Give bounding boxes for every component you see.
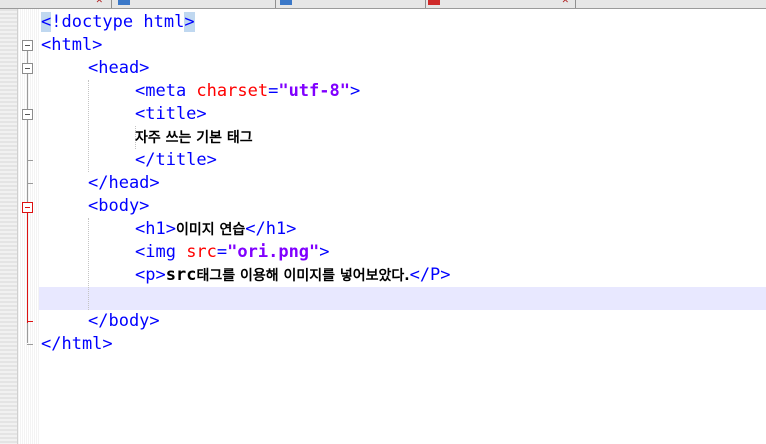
file-tab-1[interactable]: ✕: [0, 0, 112, 8]
brace-match-open: <: [41, 12, 52, 32]
code-line-14[interactable]: </body>: [88, 310, 160, 333]
code-line-10[interactable]: <h1>이미지 연습</h1>: [135, 218, 296, 241]
code-line-15[interactable]: </html>: [41, 333, 113, 356]
code-line-9[interactable]: <body>: [88, 195, 149, 218]
fold-margin[interactable]: [18, 9, 39, 444]
current-line-highlight: [39, 287, 766, 310]
code-line-8[interactable]: </head>: [88, 172, 160, 195]
file-tab-3[interactable]: [276, 0, 426, 8]
brace-match-close: >: [184, 12, 195, 32]
fold-end-html-icon: [27, 344, 33, 345]
modified-file-tab-icon: [428, 0, 440, 5]
fold-head-icon[interactable]: [22, 63, 33, 74]
file-tab-icon: [118, 0, 130, 5]
code-line-1[interactable]: <!doctype html>: [41, 11, 195, 34]
tab-bar: ✕ ✕: [0, 0, 766, 9]
line-number-margin[interactable]: [0, 9, 18, 444]
fold-html-icon[interactable]: [22, 40, 33, 51]
tab-close-icon[interactable]: ✕: [562, 0, 569, 6]
code-line-11[interactable]: <img src="ori.png">: [135, 241, 330, 264]
code-line-5[interactable]: <title>: [135, 103, 207, 126]
fold-body-icon[interactable]: [22, 202, 33, 213]
code-line-7[interactable]: </title>: [135, 149, 217, 172]
fold-line-active: [27, 213, 28, 323]
file-tab-4[interactable]: ✕: [426, 0, 576, 8]
code-line-4[interactable]: <meta charset="utf-8">: [135, 80, 360, 103]
fold-end-title-icon: [27, 160, 33, 161]
code-line-6[interactable]: 자주 쓰는 기본 태그: [135, 126, 253, 149]
file-tab-icon: [280, 0, 292, 5]
indent-guide: [88, 80, 89, 172]
fold-title-icon[interactable]: [22, 109, 33, 120]
indent-guide: [88, 218, 89, 310]
code-line-12[interactable]: <p>src태그를 이용해 이미지를 넣어보았다.</P>: [135, 264, 451, 287]
tab-close-icon[interactable]: ✕: [96, 0, 103, 6]
code-line-2[interactable]: <html>: [41, 34, 102, 57]
code-line-3[interactable]: <head>: [88, 57, 149, 80]
file-tab-2[interactable]: [112, 0, 276, 8]
fold-end-body-icon: [27, 321, 33, 322]
fold-end-head-icon: [27, 183, 33, 184]
